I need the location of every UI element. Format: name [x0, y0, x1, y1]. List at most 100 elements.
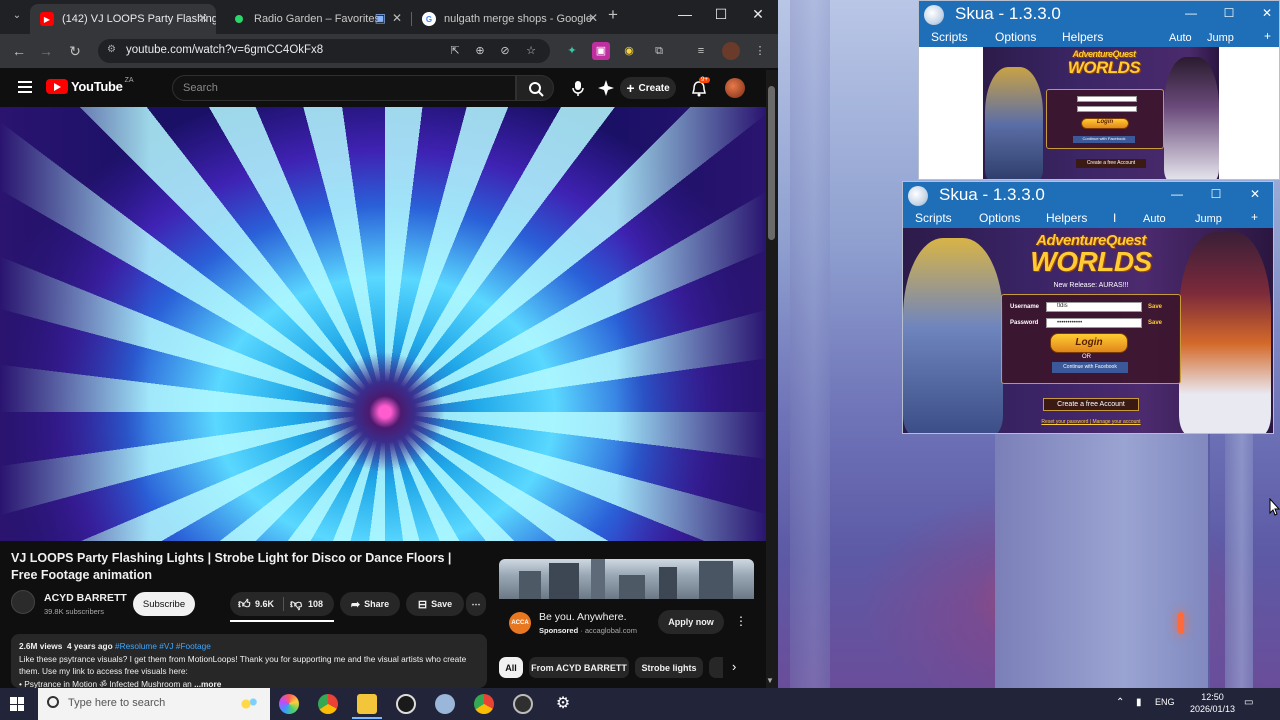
chip-partial[interactable]: [709, 657, 723, 678]
ad-more-icon[interactable]: ⋮: [735, 614, 747, 628]
menu-add[interactable]: +: [1251, 210, 1258, 224]
extension-icon[interactable]: ✦: [563, 42, 581, 60]
extension-icon[interactable]: ◉: [620, 42, 638, 60]
menu-dots-icon[interactable]: ⋮: [751, 42, 769, 60]
clock[interactable]: 12:50 2026/01/13: [1190, 691, 1235, 715]
menu-scripts[interactable]: Scripts: [915, 211, 952, 225]
menu-auto[interactable]: Auto: [1169, 32, 1192, 44]
ad-banner-image[interactable]: [499, 559, 754, 599]
account-avatar[interactable]: [725, 78, 745, 98]
windows-start-icon[interactable]: [10, 697, 24, 711]
channel-avatar[interactable]: [11, 590, 35, 614]
account-links[interactable]: Reset your password | Manage your accoun…: [1023, 419, 1159, 425]
menu-jump[interactable]: Jump: [1195, 213, 1222, 225]
tab-search-icon[interactable]: ⌄: [6, 6, 28, 28]
steam-icon[interactable]: [396, 694, 416, 714]
more-actions-button[interactable]: ⋯: [466, 592, 486, 616]
channel-name[interactable]: ACYD BARRETT: [44, 592, 127, 604]
chip-from-channel[interactable]: From ACYD BARRETT: [529, 657, 629, 678]
skua-title-bar[interactable]: Skua - 1.3.3.0 — ☐ ✕: [903, 182, 1273, 210]
apply-now-button[interactable]: Apply now: [658, 610, 724, 634]
login-button[interactable]: Login: [1050, 333, 1128, 353]
media-control-icon[interactable]: ≡: [692, 42, 710, 60]
language-indicator[interactable]: ENG: [1155, 697, 1175, 707]
menu-auto[interactable]: Auto: [1143, 213, 1166, 225]
microphone-icon[interactable]: [569, 79, 587, 97]
minimize-button[interactable]: —: [1179, 6, 1203, 20]
menu-options[interactable]: Options: [995, 30, 1036, 44]
menu-helpers[interactable]: Helpers: [1062, 30, 1103, 44]
create-account-button[interactable]: Create a free Account: [1043, 398, 1139, 411]
password-field[interactable]: ••••••••••••: [1046, 318, 1142, 328]
cast-icon[interactable]: ⇱: [446, 42, 464, 60]
close-button[interactable]: ✕: [741, 6, 775, 23]
minimize-button[interactable]: —: [668, 6, 702, 22]
login-button[interactable]: Login: [1081, 118, 1129, 129]
page-scrollbar[interactable]: [766, 70, 778, 688]
search-button[interactable]: [516, 75, 554, 101]
subscribe-button[interactable]: Subscribe: [133, 592, 195, 616]
skua-taskbar-icon[interactable]: [435, 694, 455, 714]
file-explorer-icon[interactable]: [357, 694, 377, 714]
settings-gear-icon[interactable]: ⚙: [553, 694, 573, 714]
extension-icon[interactable]: ▣: [592, 42, 610, 60]
media-icon[interactable]: ▣: [375, 11, 386, 25]
site-info-icon[interactable]: ⚙: [107, 44, 119, 56]
maximize-button[interactable]: ☐: [1204, 187, 1228, 201]
tray-chevron-up-icon[interactable]: ⌃: [1116, 697, 1124, 708]
acca-logo[interactable]: ACCA: [509, 612, 531, 634]
create-account-button[interactable]: Create a free Account: [1076, 159, 1146, 168]
save-password-checkbox[interactable]: Save: [1148, 320, 1162, 326]
assistant-sparkle-icon[interactable]: [597, 79, 615, 97]
close-tab-icon[interactable]: ✕: [392, 11, 402, 25]
video-player[interactable]: [0, 107, 766, 541]
username-field[interactable]: [1077, 96, 1137, 102]
notifications-icon[interactable]: ▭: [1244, 697, 1253, 708]
close-tab-icon[interactable]: ✕: [198, 11, 208, 25]
back-icon[interactable]: ←: [8, 41, 30, 63]
menu-add[interactable]: +: [1264, 29, 1271, 43]
battery-icon[interactable]: ▮: [1136, 697, 1142, 708]
search-input[interactable]: [173, 76, 515, 100]
ad-title[interactable]: Be you. Anywhere.: [539, 611, 627, 623]
chevron-right-icon[interactable]: ›: [732, 659, 736, 674]
password-field[interactable]: [1077, 106, 1137, 112]
close-button[interactable]: ✕: [1255, 6, 1279, 20]
game-viewport[interactable]: AdventureQuest WORLDS Login Continue wit…: [919, 47, 1279, 179]
bookmark-star-icon[interactable]: ☆: [522, 42, 540, 60]
tab-radio-garden[interactable]: Radio Garden – Favorites ▣ ✕: [222, 4, 410, 34]
zoom-icon[interactable]: ⊕: [471, 42, 489, 60]
app-icon[interactable]: [513, 694, 533, 714]
menu-overflow[interactable]: I: [1113, 211, 1116, 225]
tab-youtube[interactable]: ▶ (142) VJ LOOPS Party Flashing L ✕: [30, 4, 216, 34]
video-description[interactable]: 2.6M views 4 years ago #Resolume #VJ #Fo…: [11, 634, 487, 688]
facebook-button[interactable]: Continue with Facebook: [1073, 136, 1135, 143]
menu-scripts[interactable]: Scripts: [931, 30, 968, 44]
skua-title-bar[interactable]: Skua - 1.3.3.0 — ☐ ✕: [919, 1, 1279, 29]
facebook-button[interactable]: Continue with Facebook: [1052, 362, 1128, 373]
close-tab-icon[interactable]: ✕: [588, 11, 598, 25]
thumbs-up-icon[interactable]: 👍︎: [238, 597, 251, 612]
show-more-link[interactable]: ...more: [194, 679, 221, 689]
scroll-down-arrow-icon[interactable]: ▼: [766, 676, 774, 685]
eye-off-icon[interactable]: ⊘: [496, 42, 514, 60]
extensions-puzzle-icon[interactable]: ⧉: [650, 42, 668, 60]
menu-jump[interactable]: Jump: [1207, 32, 1234, 44]
chrome-profile-icon[interactable]: [474, 694, 494, 714]
reload-icon[interactable]: ↻: [64, 41, 86, 63]
maximize-button[interactable]: ☐: [704, 6, 738, 23]
tab-google[interactable]: G nulgath merge shops - Google ✕: [412, 4, 606, 34]
create-button[interactable]: + Create: [620, 77, 676, 99]
like-count[interactable]: 9.6K: [255, 599, 274, 609]
hamburger-menu-icon[interactable]: [18, 81, 32, 96]
address-bar[interactable]: ⚙ youtube.com/watch?v=6gmCC4OkFx8 ⇱ ⊕ ⊘ …: [98, 39, 550, 63]
menu-helpers[interactable]: Helpers: [1046, 211, 1087, 225]
youtube-logo[interactable]: YouTube ZA: [46, 77, 134, 94]
chip-strobe-lights[interactable]: Strobe lights: [635, 657, 703, 678]
menu-options[interactable]: Options: [979, 211, 1020, 225]
game-viewport[interactable]: AdventureQuest WORLDS New Release: AURAS…: [903, 228, 1273, 433]
save-button[interactable]: ⊟ Save: [406, 592, 464, 616]
minimize-button[interactable]: —: [1165, 187, 1189, 201]
new-tab-button[interactable]: +: [602, 5, 624, 27]
thumbs-down-icon[interactable]: 👎︎: [290, 597, 302, 612]
